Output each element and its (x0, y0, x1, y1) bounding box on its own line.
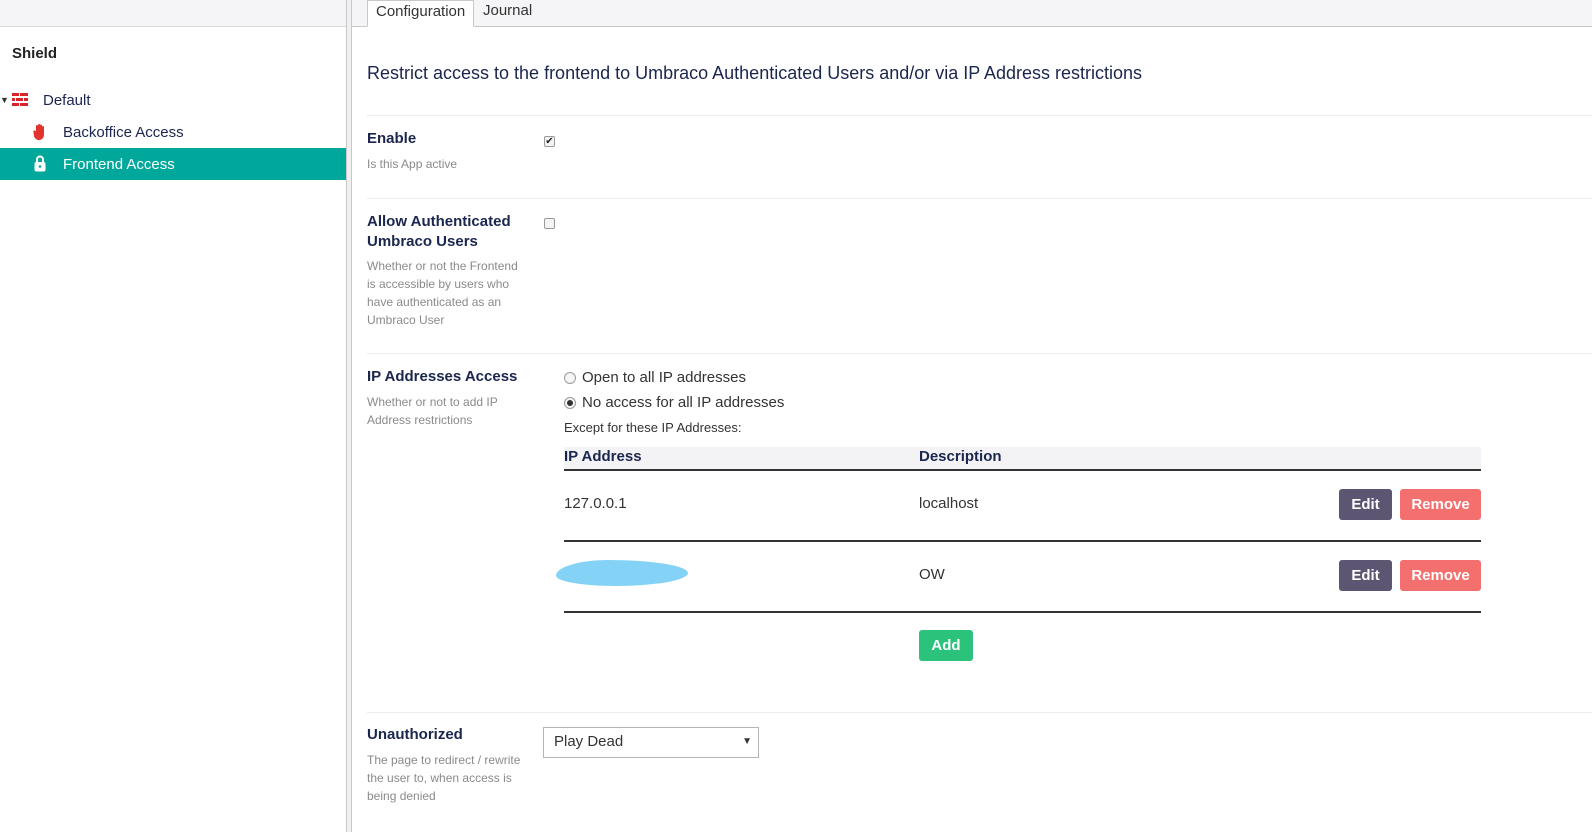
page-title: Restrict access to the frontend to Umbra… (367, 63, 1143, 83)
sidebar-header-strip (0, 0, 346, 27)
unauthorized-label: Unauthorized (367, 726, 463, 743)
table-row: OW Edit Remove (556, 542, 1481, 613)
allow-auth-label-line2: Umbraco Users (367, 233, 478, 250)
tree-item-default[interactable]: ▼ Default (0, 84, 346, 116)
divider (367, 353, 1592, 354)
redacted-ip-address (556, 560, 688, 586)
radio-label: No access for all IP addresses (582, 394, 785, 411)
radio-no-access[interactable]: No access for all IP addresses (564, 394, 784, 411)
chevron-down-icon: ▼ (742, 736, 752, 747)
padlock-icon (34, 155, 46, 172)
tab-journal[interactable]: Journal (475, 0, 540, 26)
table-row: 127.0.0.1 localhost Edit Remove (564, 471, 1481, 542)
enable-label: Enable (367, 130, 417, 147)
unauthorized-description: The page to redirect / rewrite the user … (367, 753, 521, 803)
ip-access-description: Whether or not to add IP Address restric… (367, 395, 498, 427)
table-header: IP Address Description (564, 447, 1481, 471)
remove-button[interactable]: Remove (1400, 489, 1481, 520)
tab-configuration[interactable]: Configuration (367, 0, 475, 27)
allow-auth-label-line1: Allow Authenticated (367, 213, 511, 230)
divider (367, 712, 1592, 713)
edit-button[interactable]: Edit (1339, 560, 1392, 591)
caret-down-icon[interactable]: ▼ (0, 95, 9, 105)
main-panel: Restrict access to the frontend to Umbra… (352, 27, 1592, 832)
tree-item-backoffice-access[interactable]: Backoffice Access (0, 116, 346, 148)
allow-auth-label: Allow Authenticated Umbraco Users (367, 212, 511, 252)
allow-auth-checkbox[interactable] (544, 218, 555, 229)
add-button[interactable]: Add (919, 630, 973, 661)
brick-wall-icon (12, 93, 28, 106)
sidebar-section-title: Shield (12, 45, 58, 62)
radio-button[interactable] (564, 396, 576, 409)
header-ip-address: IP Address (564, 448, 642, 465)
enable-description: Is this App active (367, 157, 458, 171)
enable-checkbox[interactable]: ✔ (544, 136, 555, 147)
remove-button[interactable]: Remove (1400, 560, 1481, 591)
sidebar: Shield ▼ Default Backoffice Access Front… (0, 0, 346, 832)
radio-button[interactable] (564, 371, 576, 384)
radio-label: Open to all IP addresses (582, 369, 746, 386)
tree-item-label: Frontend Access (63, 155, 175, 173)
unauthorized-select[interactable]: Play Dead ▼ (543, 727, 759, 758)
divider (367, 198, 1592, 199)
tab-bar: Configuration Journal (352, 0, 1592, 27)
ip-address-cell: 127.0.0.1 (564, 495, 627, 512)
header-description: Description (919, 448, 1002, 465)
description-cell: OW (919, 566, 945, 583)
description-cell: localhost (919, 495, 979, 512)
allow-auth-description: Whether or not the Frontend is accessibl… (367, 259, 518, 327)
hand-stop-icon (33, 123, 47, 141)
ip-access-label: IP Addresses Access (367, 368, 518, 385)
radio-open-all[interactable]: Open to all IP addresses (564, 369, 746, 386)
edit-button[interactable]: Edit (1339, 489, 1392, 520)
divider (367, 115, 1592, 116)
tree-item-label: Default (43, 91, 91, 109)
except-label: Except for these IP Addresses: (564, 420, 742, 435)
tree-item-label: Backoffice Access (63, 123, 184, 141)
select-value: Play Dead (554, 733, 624, 750)
tree-item-frontend-access[interactable]: Frontend Access (0, 148, 346, 180)
